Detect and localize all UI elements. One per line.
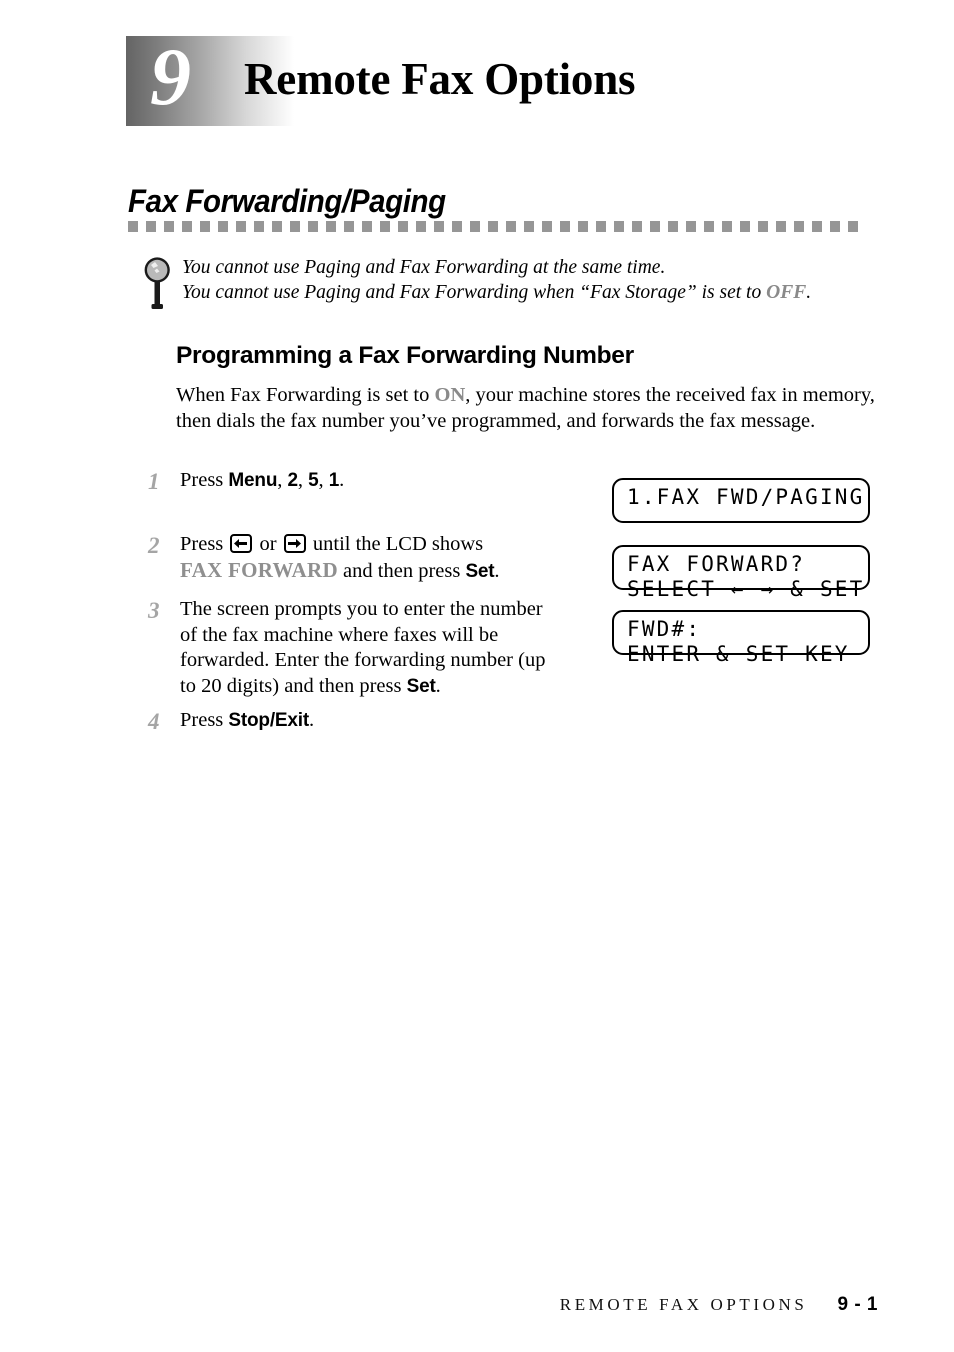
- page-footer: REMOTE FAX OPTIONS 9 - 1: [0, 1294, 954, 1324]
- step-2-number: 2: [148, 533, 160, 558]
- lcd-panel-3-line-2: ENTER & SET KEY: [627, 642, 850, 666]
- step-4-body: Press Stop/Exit.: [180, 708, 314, 734]
- subsection-heading: Programming a Fax Forwarding Number: [176, 342, 634, 369]
- step-3-number: 3: [148, 598, 160, 623]
- step-1-number: 1: [148, 469, 160, 494]
- lcd-panel-1-line-1: 1.FAX FWD∕PAGING: [627, 485, 865, 509]
- step-2-lcd-value: FAX FORWARD: [180, 557, 338, 582]
- step-1-period: .: [339, 469, 345, 491]
- section-divider: [128, 221, 858, 232]
- right-arrow-key-icon[interactable]: [283, 534, 306, 553]
- note-value-off: OFF: [766, 282, 807, 303]
- footer-chapter-name: REMOTE FAX OPTIONS: [559, 1295, 808, 1314]
- step-4-button-stop-exit: Stop/Exit: [228, 710, 309, 731]
- left-arrow-key-icon[interactable]: [230, 534, 253, 553]
- lcd-panel-2-line-1: FAX FORWARD?: [627, 552, 806, 576]
- step-2-text-press: Press: [180, 533, 224, 555]
- step-2-text-after: until the LCD shows: [312, 533, 484, 555]
- intro-paragraph: When Fax Forwarding is set to ON, your m…: [176, 383, 876, 434]
- magnifying-glass-icon: [140, 256, 176, 312]
- step-3-period: .: [435, 674, 441, 697]
- step-1-button-menu: Menu: [228, 470, 278, 491]
- note-line-2-text: You cannot use Paging and Fax Forwarding…: [182, 282, 762, 303]
- step-2-period: .: [494, 559, 500, 582]
- note-line-1: You cannot use Paging and Fax Forwarding…: [182, 257, 666, 278]
- step-4-number: 4: [148, 709, 160, 734]
- step-1-key-1: 1: [328, 470, 340, 491]
- step-2-button-set: Set: [465, 560, 495, 582]
- note-line-2-period: .: [806, 282, 812, 303]
- lcd-panel-3-line-1: FWD#:: [627, 617, 702, 641]
- lcd-panel-2-line-2: SELECT ← → & SET: [627, 577, 865, 601]
- step-3-body: The screen prompts you to enter the numb…: [180, 597, 558, 699]
- intro-text-before: When Fax Forwarding is set to: [176, 384, 430, 406]
- step-1-key-5: 5: [308, 470, 319, 491]
- chapter-number: 9: [150, 31, 191, 122]
- lcd-panel-3: FWD#: ENTER & SET KEY: [612, 610, 870, 666]
- step-1-sep-1: ,: [277, 469, 288, 491]
- step-4-text-before: Press: [180, 709, 229, 731]
- chapter-title: Remote Fax Options: [244, 54, 636, 104]
- step-4-period: .: [308, 709, 315, 731]
- lcd-panel-1: 1.FAX FWD∕PAGING: [612, 478, 870, 523]
- step-1-sep-3: ,: [318, 469, 329, 491]
- note-text: You cannot use Paging and Fax Forwarding…: [182, 255, 882, 305]
- step-1-text-press: Press: [180, 469, 229, 491]
- step-2-text-mid: and then press: [337, 559, 466, 582]
- chapter-header: 9 Remote Fax Options: [126, 32, 846, 132]
- section-title: Fax Forwarding/Paging: [128, 183, 446, 219]
- step-1-sep-2: ,: [297, 469, 309, 491]
- step-1-body: Press Menu, 2, 5, 1.: [180, 468, 344, 494]
- step-1-key-2: 2: [287, 470, 298, 491]
- lcd-panel-2: FAX FORWARD? SELECT ← → & SET: [612, 545, 870, 601]
- step-2-or-label: or: [259, 533, 277, 555]
- footer-page-number: 9 - 1: [837, 1294, 878, 1315]
- note-line-2: You cannot use Paging and Fax Forwarding…: [182, 280, 882, 305]
- step-3-text-before: The screen prompts you to enter the numb…: [180, 598, 546, 697]
- intro-value-on: ON: [434, 384, 466, 406]
- step-2-body: Press or until the LCD shows FAX FORWARD…: [180, 532, 500, 584]
- step-3-button-set: Set: [406, 675, 436, 697]
